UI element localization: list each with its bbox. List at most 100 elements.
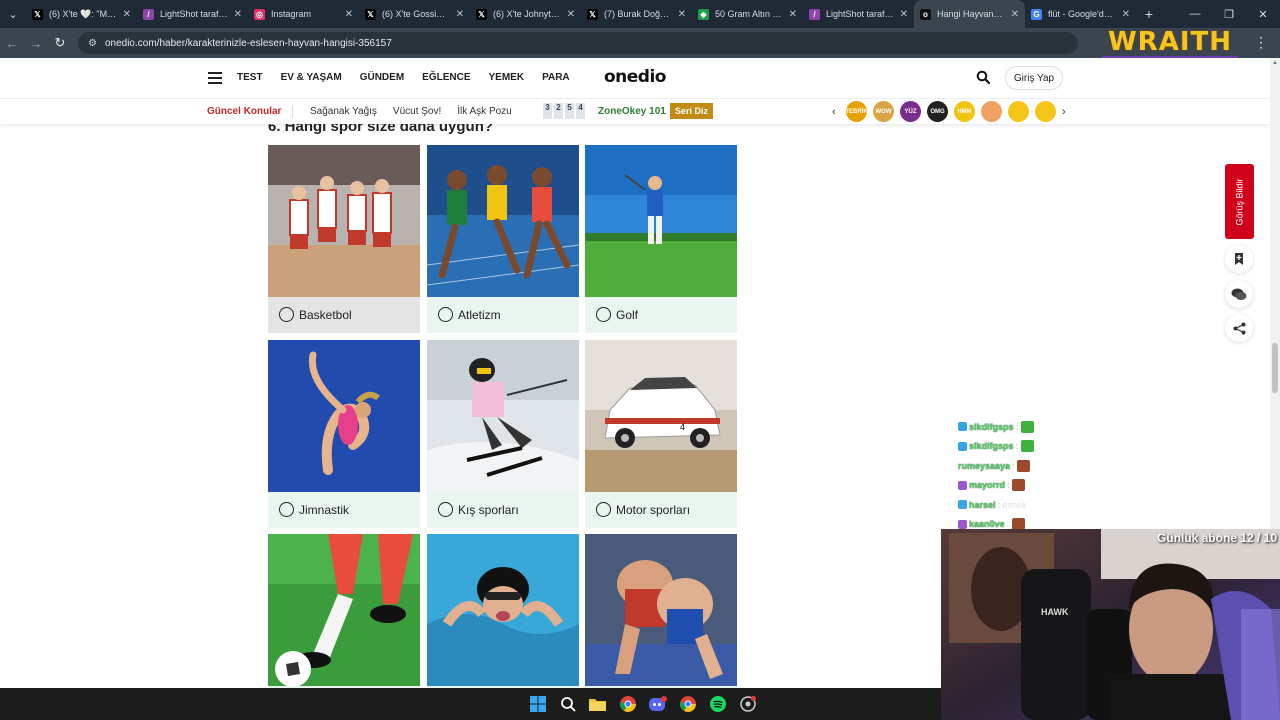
emoji-reaction-icon[interactable]: WOW [873, 101, 894, 122]
close-tab-icon[interactable]: ✕ [678, 9, 686, 20]
answer-radio[interactable] [438, 307, 453, 322]
nav-item[interactable]: EV & YAŞAM [281, 72, 342, 83]
recorder-icon[interactable] [738, 694, 757, 713]
topic-link[interactable]: Vücut Şov! [393, 106, 441, 117]
bookmark-icon[interactable] [1225, 245, 1253, 273]
new-tab-button[interactable]: + [1136, 6, 1162, 22]
motorsports-photo[interactable]: 4 [585, 340, 737, 492]
close-tab-icon[interactable]: ✕ [789, 9, 797, 20]
answer-radio[interactable] [279, 502, 294, 517]
answer-radio[interactable] [596, 502, 611, 517]
seri-diz-button[interactable]: Seri Diz [670, 103, 714, 119]
browser-tab[interactable]: ◆ 50 Gram Altın Kaç ✕ [692, 0, 803, 28]
close-tab-icon[interactable]: ✕ [234, 9, 242, 20]
restore-icon[interactable]: ❐ [1212, 8, 1246, 21]
winter-sports-photo[interactable] [427, 340, 579, 492]
main-nav: TEST EV & YAŞAM GÜNDEM EĞLENCE YEMEK PARA [237, 72, 570, 83]
emoji-reaction-icon[interactable] [1035, 101, 1056, 122]
site-info-icon[interactable]: ⚙ [88, 38, 97, 49]
chrome-icon[interactable] [618, 694, 637, 713]
zoneokey-tiles[interactable]: 3254 [543, 103, 585, 119]
discord-icon[interactable] [648, 694, 667, 713]
swimming-photo[interactable] [427, 534, 579, 686]
tab-title: flüt - Google'da A [1048, 9, 1116, 19]
hamburger-menu-icon[interactable] [208, 72, 222, 84]
answer-radio[interactable] [596, 307, 611, 322]
golf-photo[interactable] [585, 145, 737, 297]
answer-option[interactable]: Basketbol [268, 145, 420, 333]
football-photo[interactable] [268, 534, 420, 686]
answer-option[interactable]: 4 Motor sporları [585, 340, 737, 528]
answer-radio[interactable] [438, 502, 453, 517]
nav-item[interactable]: EĞLENCE [422, 72, 470, 83]
emoji-reaction-icon[interactable]: TEBRİK [845, 101, 868, 122]
browser-tab[interactable]: 𝕏 (6) X'te 🤍: "Mani ✕ [26, 0, 137, 28]
emoji-next-icon[interactable]: › [1062, 106, 1070, 118]
answer-option[interactable]: Jimnastik [268, 340, 420, 528]
share-icon[interactable] [1225, 314, 1253, 342]
taskbar-search-icon[interactable] [558, 694, 577, 713]
chat-emote-icon [1012, 479, 1026, 492]
tab-search-button[interactable]: ⌄ [0, 0, 26, 28]
browser-tab[interactable]: Gflüt - Google'da A ✕ [1025, 0, 1136, 28]
browser-tab[interactable]: / LightShot tarafındı ✕ [803, 0, 914, 28]
athletics-photo[interactable] [427, 145, 579, 297]
emoji-reaction-icon[interactable]: OMG [927, 101, 948, 122]
comments-icon[interactable] [1225, 280, 1253, 308]
close-tab-icon[interactable]: ✕ [1011, 9, 1019, 20]
close-window-icon[interactable]: ✕ [1246, 8, 1280, 21]
topic-link[interactable]: İlk Aşk Pozu [457, 106, 511, 117]
back-icon[interactable]: ← [0, 36, 24, 51]
site-logo[interactable]: onedio [604, 67, 667, 87]
gymnastics-photo[interactable] [268, 340, 420, 492]
close-tab-icon[interactable]: ✕ [123, 9, 131, 20]
nav-item[interactable]: YEMEK [489, 72, 525, 83]
emoji-reaction-icon[interactable] [981, 101, 1002, 122]
basketball-photo[interactable] [268, 145, 420, 297]
topic-link[interactable]: Sağanak Yağış [310, 106, 377, 117]
close-tab-icon[interactable]: ✕ [456, 9, 464, 20]
emoji-reaction-icon[interactable] [1008, 101, 1029, 122]
login-button[interactable]: Giriş Yap [1005, 66, 1063, 90]
spotify-icon[interactable] [708, 694, 727, 713]
webcam-feed: HAWK [941, 529, 1280, 720]
close-tab-icon[interactable]: ✕ [900, 9, 908, 20]
chat-message: rumeysaaya: [958, 456, 1078, 476]
reload-icon[interactable]: ↻ [48, 35, 72, 51]
search-icon[interactable] [976, 70, 990, 84]
answer-label: Motor sporları [616, 503, 691, 517]
forward-icon[interactable]: → [24, 36, 48, 51]
browser-tab[interactable]: 𝕏 (6) X'te Gossip M ✕ [359, 0, 470, 28]
answer-option[interactable]: Kış sporları [427, 340, 579, 528]
scrollbar-thumb[interactable] [1272, 343, 1278, 393]
close-tab-icon[interactable]: ✕ [345, 9, 353, 20]
nav-item[interactable]: GÜNDEM [360, 72, 404, 83]
nav-item[interactable]: PARA [542, 72, 570, 83]
answer-option[interactable]: Golf [585, 145, 737, 333]
answer-radio[interactable] [279, 307, 294, 322]
wrestling-photo[interactable] [585, 534, 737, 686]
answer-option[interactable]: Atletizm [427, 145, 579, 333]
emoji-reaction-icon[interactable]: YÜZ [900, 101, 921, 122]
close-tab-icon[interactable]: ✕ [1122, 9, 1130, 20]
answer-label: Golf [616, 308, 639, 322]
browser-tab[interactable]: / LightShot tarafındı ✕ [137, 0, 248, 28]
answer-label: Kış sporları [458, 503, 519, 517]
file-explorer-icon[interactable] [588, 694, 607, 713]
minimize-icon[interactable]: — [1178, 8, 1212, 20]
chrome-icon-2[interactable] [678, 694, 697, 713]
emoji-prev-icon[interactable]: ‹ [832, 106, 840, 118]
browser-tab[interactable]: 𝕏 (7) Burak Doğan (✕ [581, 0, 692, 28]
windows-start-icon[interactable] [528, 694, 547, 713]
feedback-button[interactable]: Görüş Bildir [1225, 164, 1254, 239]
browser-tab[interactable]: o Hangi Hayvan Se ✕ [914, 0, 1025, 28]
close-tab-icon[interactable]: ✕ [567, 9, 575, 20]
url-field[interactable]: ⚙ onedio.com/haber/karakterinizle-eslese… [78, 32, 1078, 54]
nav-item[interactable]: TEST [237, 72, 263, 83]
browser-menu-icon[interactable]: ⋮ [1254, 34, 1268, 51]
scroll-up-icon[interactable]: ▲ [1272, 60, 1278, 66]
browser-tab[interactable]: 𝕏 (6) X'te Johnytebı ✕ [470, 0, 581, 28]
browser-tab[interactable]: ◎ Instagram ✕ [248, 0, 359, 28]
zoneokey-link[interactable]: ZoneOkey 101 [598, 106, 666, 117]
emoji-reaction-icon[interactable]: HMM [954, 101, 975, 122]
